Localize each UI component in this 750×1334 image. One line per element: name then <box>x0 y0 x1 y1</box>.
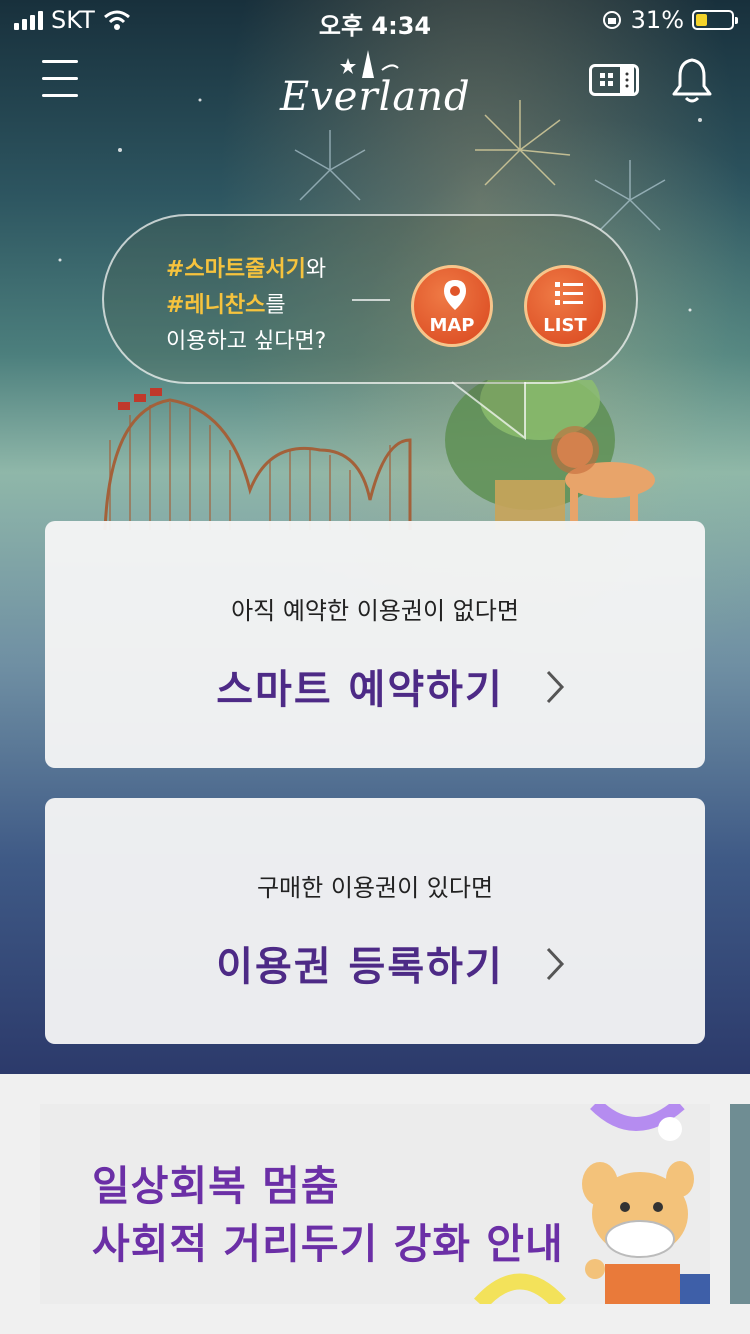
reserve-subtitle: 아직 예약한 이용권이 없다면 <box>231 597 519 625</box>
battery-percent: 31% <box>630 6 684 34</box>
promo-suffix-2: 를 <box>265 293 286 318</box>
promo-suffix-1: 와 <box>305 257 327 282</box>
list-label: LIST <box>543 315 587 336</box>
banner-line-1: 일상회복 멈춤 <box>92 1162 340 1210</box>
next-banner-peek[interactable] <box>730 1104 750 1304</box>
bell-icon[interactable] <box>670 56 714 104</box>
reserve-title: 스마트 예약하기 <box>216 667 504 713</box>
chevron-right-icon <box>546 947 565 981</box>
logo-text: Everland <box>280 74 471 120</box>
smart-reservation-card[interactable]: 아직 예약한 이용권이 없다면 스마트 예약하기 <box>45 521 705 768</box>
battery-icon <box>692 10 738 30</box>
map-button[interactable]: MAP <box>411 265 493 347</box>
banner-line-2: 사회적 거리두기 강화 안내 <box>92 1220 564 1268</box>
list-button[interactable]: LIST <box>524 265 606 347</box>
everland-logo[interactable]: Everland <box>280 44 470 124</box>
bubble-tail <box>451 381 526 440</box>
menu-icon[interactable] <box>42 60 78 98</box>
register-title: 이용권 등록하기 <box>216 944 504 990</box>
park-scenery <box>103 380 655 530</box>
hashtag-lenny-chance: #레니찬스 <box>166 293 266 318</box>
hashtag-smart-queue: #스마트줄서기 <box>166 257 306 282</box>
list-icon <box>555 282 583 305</box>
ticket-register-card[interactable]: 구매한 이용권이 있다면 이용권 등록하기 <box>45 798 705 1044</box>
map-pin-icon <box>444 280 466 310</box>
notice-banner[interactable]: 일상회복 멈춤 사회적 거리두기 강화 안내 <box>40 1104 710 1304</box>
chevron-right-icon <box>546 670 565 704</box>
qr-ticket-icon[interactable] <box>589 64 639 96</box>
map-label: MAP <box>429 315 475 336</box>
bubble-divider <box>352 299 390 301</box>
register-subtitle: 구매한 이용권이 있다면 <box>256 874 494 902</box>
status-bar: SKT 오후 4:34 31% <box>0 0 750 40</box>
orientation-lock-icon <box>602 11 621 29</box>
promo-question: 이용하고 싶다면? <box>166 329 327 354</box>
promo-text: #스마트줄서기와 #레니찬스를 이용하고 싶다면? <box>166 252 326 360</box>
